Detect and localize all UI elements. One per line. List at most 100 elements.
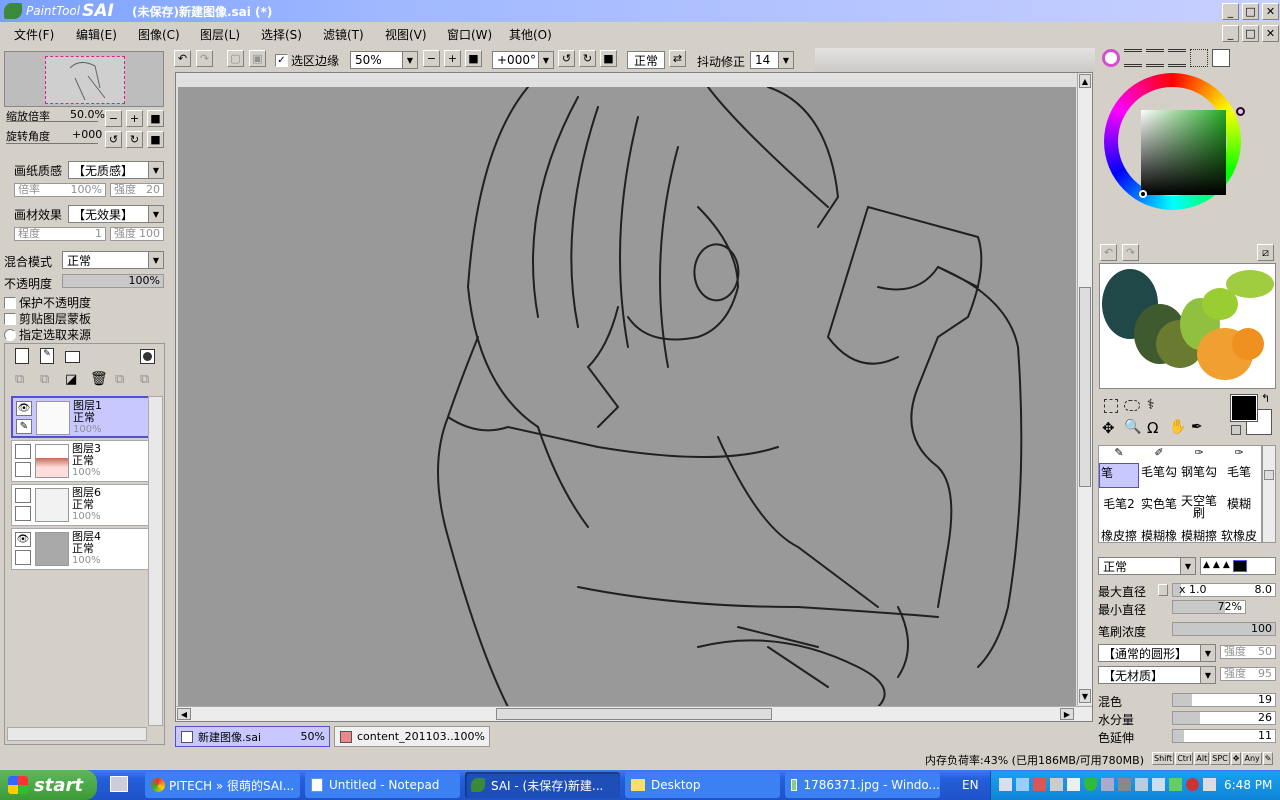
- water-slider[interactable]: 26: [1172, 711, 1276, 725]
- canvas-image[interactable]: [178, 87, 1076, 707]
- close-button[interactable]: ✕: [1262, 3, 1279, 20]
- texture-strength-field[interactable]: 强度 95: [1220, 667, 1276, 681]
- minimize-button[interactable]: _: [1222, 3, 1239, 20]
- rotate-reset-toolbar-button[interactable]: ■: [600, 50, 617, 67]
- selection-source-radio[interactable]: 指定选取来源: [4, 326, 91, 343]
- invert-selection-button[interactable]: ▣: [249, 50, 266, 67]
- paper-scale-field[interactable]: 倍率 100%: [14, 183, 106, 197]
- zoom-reset-toolbar-button[interactable]: ■: [465, 50, 482, 67]
- brush-sky[interactable]: 天空笔刷: [1179, 495, 1219, 520]
- mix-slider[interactable]: 19: [1172, 693, 1276, 707]
- navigator-preview[interactable]: [4, 51, 164, 107]
- taskbar-item[interactable]: 1786371.jpg - Windo...: [785, 772, 940, 798]
- layer-item[interactable]: 图层3 正常 100%: [11, 440, 152, 482]
- saturation-value-square[interactable]: [1141, 110, 1226, 195]
- zoom-slider[interactable]: [6, 121, 98, 122]
- brush-pen[interactable]: 笔: [1099, 463, 1139, 488]
- transparent-color-icon[interactable]: [1231, 425, 1241, 435]
- new-layer-icon[interactable]: [15, 348, 29, 364]
- layer-item[interactable]: 图层6 正常 100%: [11, 484, 152, 526]
- scratchpad[interactable]: [1099, 263, 1276, 389]
- brush-pen-ink[interactable]: 钢笔勾: [1179, 463, 1219, 488]
- pen-icon[interactable]: ✎: [16, 419, 32, 434]
- rgb-slider-tab-icon[interactable]: [1124, 49, 1142, 67]
- transfer-down-icon[interactable]: ⧉: [15, 372, 24, 387]
- extend-slider[interactable]: 11: [1172, 729, 1276, 743]
- selection-edge-checkbox[interactable]: ✓ 选区边缘: [275, 52, 339, 69]
- brush-brush2[interactable]: 毛笔2: [1099, 495, 1139, 520]
- vertical-scroll-thumb[interactable]: [1079, 287, 1091, 487]
- rotate-cw-button[interactable]: ↻: [579, 50, 596, 67]
- ctrl-key[interactable]: Ctrl: [1175, 752, 1194, 765]
- lock-toggle[interactable]: [15, 550, 31, 565]
- menu-select[interactable]: 选择(S): [261, 26, 323, 43]
- menu-view[interactable]: 视图(V): [385, 26, 447, 43]
- menu-layer[interactable]: 图层(L): [200, 26, 261, 43]
- maximize-button[interactable]: □: [1242, 3, 1259, 20]
- rotate-ccw-button[interactable]: ↺: [558, 50, 575, 67]
- deselect-button[interactable]: ▢: [227, 50, 244, 67]
- space-key[interactable]: SPC: [1210, 752, 1230, 765]
- menu-window[interactable]: 窗口(W): [447, 26, 509, 43]
- horizontal-scrollbar[interactable]: ◀ ▶: [176, 706, 1092, 721]
- alt-key[interactable]: Alt: [1194, 752, 1210, 765]
- canvas-viewport[interactable]: ▲ ▼ ◀ ▶: [175, 72, 1093, 722]
- rotate-tool-icon[interactable]: Ω: [1147, 419, 1158, 437]
- brush-texture-select[interactable]: 【无材质】 ▼: [1098, 666, 1216, 684]
- brush-mode-select[interactable]: 正常 ▼: [1098, 557, 1196, 575]
- zoom-tool-icon[interactable]: 🔍: [1124, 419, 1141, 435]
- brush-edge-selector[interactable]: ▲ ▲ ▲: [1200, 557, 1276, 575]
- show-desktop-icon[interactable]: [110, 776, 128, 792]
- swap-colors-icon[interactable]: ↰: [1261, 392, 1270, 405]
- doc-restore-button[interactable]: □: [1242, 25, 1259, 42]
- angle-select[interactable]: +000° ▼: [492, 51, 554, 69]
- layer-item[interactable]: 👁 图层4 正常 100%: [11, 528, 152, 570]
- taskbar-item[interactable]: Untitled - Notepad: [305, 772, 460, 798]
- color-mixer-tab-icon[interactable]: [1168, 49, 1186, 67]
- lasso-tool-icon[interactable]: [1124, 400, 1140, 411]
- new-linework-layer-icon[interactable]: ✎: [40, 348, 54, 364]
- clock[interactable]: 6:48 PM: [1224, 778, 1272, 792]
- pen-mode-icon[interactable]: ✎: [1262, 752, 1274, 765]
- swatches-tab-icon[interactable]: [1190, 49, 1208, 67]
- visibility-toggle[interactable]: [15, 488, 31, 503]
- eye-icon[interactable]: 👁: [15, 532, 31, 547]
- scratchpad-tab-icon[interactable]: [1212, 49, 1230, 67]
- flip-button[interactable]: ⇄: [669, 50, 686, 67]
- scroll-right-arrow[interactable]: ▶: [1060, 708, 1074, 720]
- zoom-out-toolbar-button[interactable]: −: [423, 50, 440, 67]
- color-wheel[interactable]: [1104, 73, 1245, 210]
- brush-blur-wipe[interactable]: 模糊擦: [1179, 527, 1219, 542]
- menu-filter[interactable]: 滤镜(T): [323, 26, 385, 43]
- brush-eraser[interactable]: 橡皮擦: [1099, 527, 1139, 542]
- rotate-right-button[interactable]: ↻: [126, 131, 143, 148]
- color-wheel-tab-icon[interactable]: [1102, 49, 1120, 67]
- min-size-slider[interactable]: 72%: [1172, 600, 1246, 614]
- max-size-slider[interactable]: x 1.0 8.0: [1172, 583, 1276, 597]
- brush-brush[interactable]: 毛笔: [1219, 463, 1259, 488]
- effect-degree-field[interactable]: 程度 1: [14, 227, 106, 241]
- merge-all-icon[interactable]: ⧉: [115, 372, 124, 387]
- paper-texture-select[interactable]: 【无质感】 ▼: [68, 161, 164, 179]
- zoom-reset-button[interactable]: ■: [147, 110, 164, 127]
- doc-tab[interactable]: content_201103... 100%: [334, 726, 490, 747]
- brush-blur-eraser[interactable]: 模糊橡: [1139, 527, 1179, 542]
- blend-mode-select[interactable]: 正常 ▼: [62, 251, 164, 269]
- brush-shape-select[interactable]: 【通常的圆形】 ▼: [1098, 644, 1216, 662]
- menu-file[interactable]: 文件(F): [14, 26, 76, 43]
- zoom-in-button[interactable]: +: [126, 110, 143, 127]
- hue-handle[interactable]: [1236, 107, 1245, 116]
- doc-minimize-button[interactable]: _: [1222, 25, 1239, 42]
- language-indicator[interactable]: EN: [962, 778, 979, 792]
- taskbar-item[interactable]: Desktop: [625, 772, 780, 798]
- clear-layer-icon[interactable]: ◪: [65, 372, 77, 387]
- clip-mask-checkbox[interactable]: 剪贴图层蒙板: [4, 310, 91, 327]
- stabilizer-select[interactable]: 14 ▼: [750, 51, 794, 69]
- eyedropper-tool-icon[interactable]: ✒: [1191, 419, 1203, 435]
- zoom-out-button[interactable]: −: [105, 110, 122, 127]
- protect-opacity-checkbox[interactable]: 保护不透明度: [4, 294, 91, 311]
- brush-scrollbar[interactable]: [1262, 445, 1276, 543]
- scroll-left-arrow[interactable]: ◀: [177, 708, 191, 720]
- brush-ink[interactable]: 毛笔勾: [1139, 463, 1179, 488]
- angle-slider[interactable]: [6, 143, 98, 144]
